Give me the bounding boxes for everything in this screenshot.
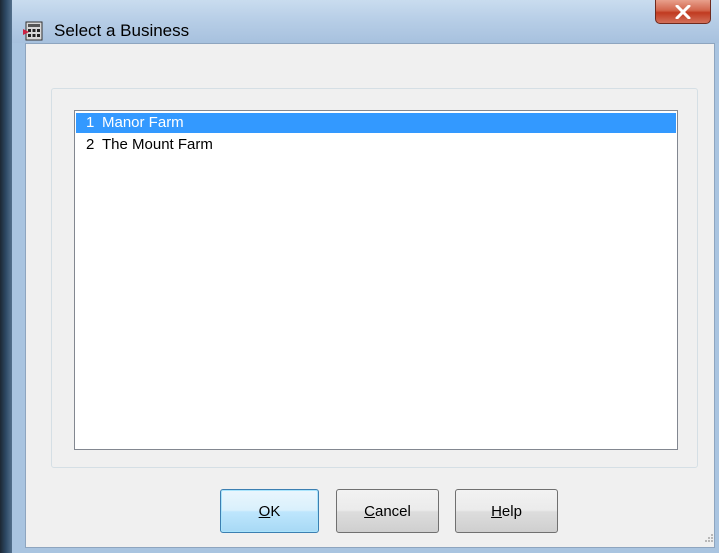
business-listbox[interactable]: 1 Manor Farm 2 The Mount Farm	[74, 110, 678, 450]
cancel-button[interactable]: Cancel	[336, 489, 439, 533]
help-label-rest: elp	[501, 502, 522, 520]
screen: Select a Business 1 Manor Farm 2 The Mou…	[0, 0, 719, 553]
help-mnemonic: H	[491, 502, 502, 520]
help-button[interactable]: Help	[455, 489, 558, 533]
ok-button[interactable]: OK	[220, 489, 319, 533]
list-item-label: Manor Farm	[102, 114, 184, 131]
cancel-mnemonic: C	[364, 502, 375, 520]
window-title: Select a Business	[54, 21, 190, 40]
resize-grip-icon[interactable]	[702, 532, 714, 544]
list-item-the-mount-farm[interactable]: 2 The Mount Farm	[76, 135, 676, 155]
list-item-number: 2	[86, 136, 95, 153]
close-button[interactable]	[655, 0, 711, 24]
ok-mnemonic: O	[258, 502, 271, 520]
list-item-manor-farm[interactable]: 1 Manor Farm	[76, 113, 676, 133]
cancel-label-rest: ancel	[374, 502, 411, 520]
list-item-number: 1	[86, 114, 95, 131]
list-item-label: The Mount Farm	[102, 136, 213, 153]
ok-label-rest: K	[270, 502, 281, 520]
title-bar[interactable]: Select a Business	[12, 0, 719, 43]
background-window-edge	[0, 0, 12, 553]
app-icon	[23, 20, 45, 42]
close-icon	[675, 4, 691, 19]
select-business-dialog: Select a Business 1 Manor Farm 2 The Mou…	[12, 0, 719, 553]
dialog-client-area: 1 Manor Farm 2 The Mount Farm OK Cancel …	[25, 43, 715, 548]
